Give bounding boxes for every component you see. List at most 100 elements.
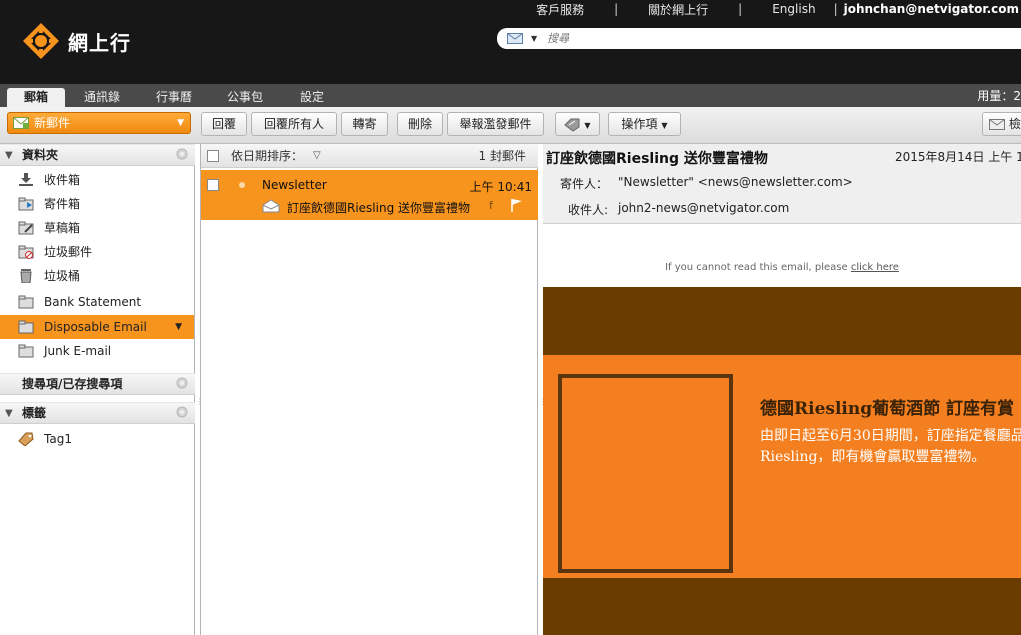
tab-mail[interactable]: 郵箱	[7, 88, 65, 107]
email-banner-bottom	[543, 578, 1021, 635]
chevron-down-icon[interactable]: ▼	[177, 113, 184, 133]
to-value[interactable]: john2-news@netvigator.com	[618, 201, 789, 215]
tab-contacts[interactable]: 通訊錄	[72, 88, 132, 107]
customer-service-link[interactable]: 客戶服務	[530, 1, 590, 18]
folder-label: Bank Statement	[44, 295, 142, 309]
top-header: 網上行 客戶服務 | 關於網上行 | English | johnchan@ne…	[0, 0, 1021, 84]
message-subject: 訂座飲德國Riesling 送你豐富禮物	[287, 201, 471, 215]
folders-title: 資料夾	[22, 148, 59, 162]
tab-briefcase[interactable]: 公事包	[216, 88, 274, 107]
tag-icon	[564, 118, 580, 132]
sent-icon	[18, 197, 34, 211]
mail-icon[interactable]	[507, 33, 523, 44]
folder-label: Junk E-mail	[44, 344, 112, 358]
folder-icon	[18, 320, 34, 334]
search-input[interactable]	[547, 32, 988, 45]
language-link[interactable]: English	[766, 2, 821, 16]
tags-title: 標籤	[22, 406, 47, 420]
sort-direction-icon[interactable]: ▽	[313, 144, 321, 168]
check-mail-button[interactable]: 檢	[982, 112, 1021, 136]
gear-icon[interactable]	[175, 376, 189, 390]
user-account[interactable]: johnchan@netvigator.com	[844, 2, 1021, 16]
folder-icon	[18, 295, 34, 309]
message-sender: Newsletter	[262, 178, 327, 192]
folders-header[interactable]: ▼ 資料夾	[0, 144, 195, 166]
usage-value: 2	[1013, 89, 1021, 103]
tag-dropdown-button[interactable]: ▼	[555, 112, 600, 136]
message-marker: f	[489, 199, 493, 212]
message-subject-title: 訂座飲德國Riesling 送你豐富禮物	[546, 151, 768, 167]
tab-calendar[interactable]: 行事曆	[145, 88, 203, 107]
about-link[interactable]: 關於網上行	[642, 1, 714, 18]
usage-indicator: 用量：2	[977, 88, 1021, 104]
promo-image-frame[interactable]	[558, 374, 733, 573]
click-here-link[interactable]: click here	[851, 262, 899, 273]
chevron-down-icon: ▼	[661, 121, 668, 130]
collapse-triangle-icon[interactable]: ▼	[5, 145, 13, 166]
select-all-checkbox[interactable]	[207, 150, 219, 162]
reading-pane: 訂座飲德國Riesling 送你豐富禮物 2015年8月14日 上午 1 寄件人…	[543, 144, 1021, 635]
from-value[interactable]: "Newsletter" <news@newsletter.com>	[618, 175, 853, 189]
actions-button[interactable]: 操作項 ▼	[608, 112, 681, 136]
pane-resize-handle[interactable]: ⋮	[539, 398, 547, 406]
pane-resize-handle[interactable]: ⋮	[196, 398, 204, 406]
message-checkbox[interactable]	[207, 179, 219, 191]
message-date: 2015年8月14日 上午 1	[895, 150, 1021, 164]
spam-icon	[18, 245, 34, 259]
tag-icon	[18, 432, 34, 446]
chevron-down-icon[interactable]: ▼	[531, 34, 537, 43]
folder-label: 收件箱	[44, 173, 81, 187]
folder-sent[interactable]: 寄件箱	[0, 192, 194, 216]
message-header: 訂座飲德國Riesling 送你豐富禮物 2015年8月14日 上午 1 寄件人…	[543, 144, 1021, 224]
new-mail-label: 新郵件	[34, 116, 71, 130]
folder-drafts[interactable]: 草稿箱	[0, 216, 194, 240]
tag-item-tag1[interactable]: Tag1	[0, 427, 194, 451]
gear-icon[interactable]	[175, 147, 189, 161]
gear-icon[interactable]	[175, 405, 189, 419]
logo[interactable]: 網上行	[22, 22, 131, 60]
saved-searches-header[interactable]: 搜尋項/已存搜尋項	[0, 373, 195, 395]
folder-junk-email[interactable]: Junk E-mail	[0, 339, 194, 363]
folder-trash[interactable]: 垃圾桶	[0, 264, 194, 288]
promo-title: 德國Riesling葡萄酒節 訂座有賞	[760, 399, 1015, 419]
message-list-header: 依日期排序： ▽ 1 封郵件	[201, 144, 538, 168]
unread-dot-icon[interactable]	[239, 182, 245, 188]
folder-label: Disposable Email	[44, 320, 147, 334]
message-list-pane: 依日期排序： ▽ 1 封郵件 Newsletter 上午 10:41 訂座飲德國…	[200, 144, 538, 635]
folder-label: 垃圾桶	[44, 269, 81, 283]
chevron-down-icon[interactable]: ▼	[175, 315, 182, 339]
forward-button[interactable]: 轉寄	[341, 112, 388, 136]
collapse-triangle-icon[interactable]: ▼	[5, 403, 13, 424]
from-label: 寄件人：	[560, 177, 609, 191]
divider: |	[614, 2, 619, 16]
drafts-icon	[18, 221, 34, 235]
trash-icon	[20, 269, 32, 283]
tags-header[interactable]: ▼ 標籤	[0, 402, 195, 424]
divider: |	[738, 2, 743, 16]
promo-body: 由即日起至6月30日期間，訂座指定餐廳品嚐Riesling，即有機會贏取豐富禮物…	[760, 428, 1021, 465]
divider: |	[833, 2, 838, 16]
new-mail-button[interactable]: 新郵件 ▼	[7, 112, 191, 134]
flag-icon[interactable]	[510, 198, 524, 212]
tag-label: Tag1	[44, 432, 72, 446]
logo-text: 網上行	[68, 30, 131, 55]
compose-icon	[13, 117, 29, 129]
to-label: 收件人:	[568, 203, 609, 217]
tab-settings[interactable]: 設定	[284, 88, 340, 107]
message-time: 上午 10:41	[469, 180, 532, 194]
folder-pane: ▼ 資料夾 收件箱 寄件箱 草稿箱 垃圾郵件 垃圾桶 Bank Statemen…	[0, 144, 195, 635]
sort-label[interactable]: 依日期排序：	[231, 144, 303, 168]
folder-label: 草稿箱	[44, 221, 81, 235]
message-row[interactable]: Newsletter 上午 10:41 訂座飲德國Riesling 送你豐富禮物…	[201, 170, 538, 220]
view-online-note: If you cannot read this email, please cl…	[543, 262, 1021, 273]
folder-spam[interactable]: 垃圾郵件	[0, 240, 194, 264]
tab-bar: 郵箱 通訊錄 行事曆 公事包 設定 用量：2	[0, 84, 1021, 107]
delete-button[interactable]: 刪除	[397, 112, 443, 136]
folder-bank-statement[interactable]: Bank Statement	[0, 290, 194, 314]
search-bar: ▼	[497, 28, 1021, 49]
folder-disposable-email[interactable]: Disposable Email ▼	[0, 315, 194, 339]
report-spam-button[interactable]: 舉報濫發郵件	[447, 112, 544, 136]
folder-inbox[interactable]: 收件箱	[0, 168, 194, 192]
reply-button[interactable]: 回覆	[201, 112, 247, 136]
reply-all-button[interactable]: 回覆所有人	[251, 112, 337, 136]
